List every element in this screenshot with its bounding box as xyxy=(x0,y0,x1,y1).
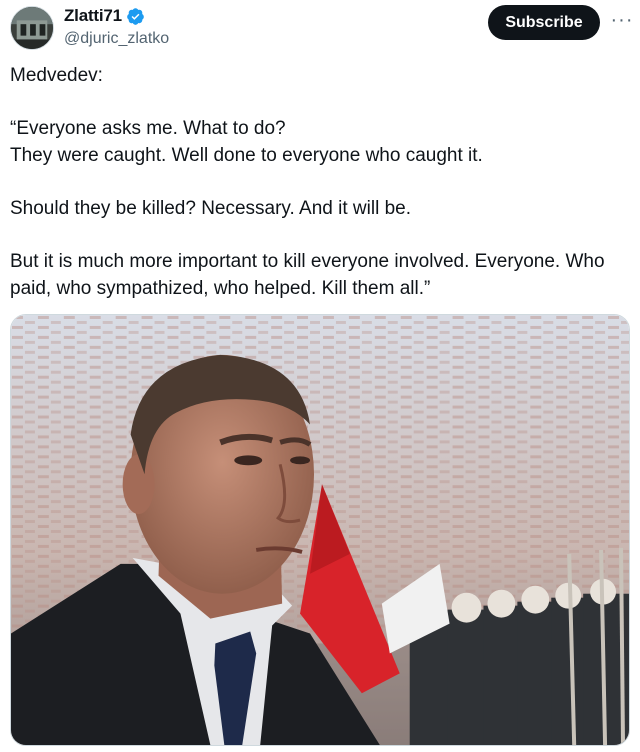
tweet-line: They were caught. Well done to everyone … xyxy=(10,145,483,166)
author-handle[interactable]: @djuric_zlatko xyxy=(64,30,169,48)
photo-image xyxy=(11,315,629,745)
more-options-icon[interactable]: ··· xyxy=(608,8,636,32)
tweet-text: Medvedev: “Everyone asks me. What to do?… xyxy=(10,62,630,302)
tweet-line: “Everyone asks me. What to do? xyxy=(10,118,286,139)
tweet-header: Zlatti71 @djuric_zlatko Subscribe ··· xyxy=(0,0,640,60)
avatar-photo-icon xyxy=(11,7,53,49)
tweet-media-photo[interactable] xyxy=(10,314,630,746)
author-name-row: Zlatti71 xyxy=(64,6,145,26)
author-display-name[interactable]: Zlatti71 xyxy=(64,6,122,26)
tweet-line: Should they be killed? Necessary. And it… xyxy=(10,198,411,219)
author-avatar[interactable] xyxy=(10,6,54,50)
verified-badge-icon xyxy=(127,7,144,25)
tweet-line: But it is much more important to kill ev… xyxy=(10,251,605,299)
tweet-line: Medvedev: xyxy=(10,65,103,86)
subscribe-button[interactable]: Subscribe xyxy=(488,5,600,40)
